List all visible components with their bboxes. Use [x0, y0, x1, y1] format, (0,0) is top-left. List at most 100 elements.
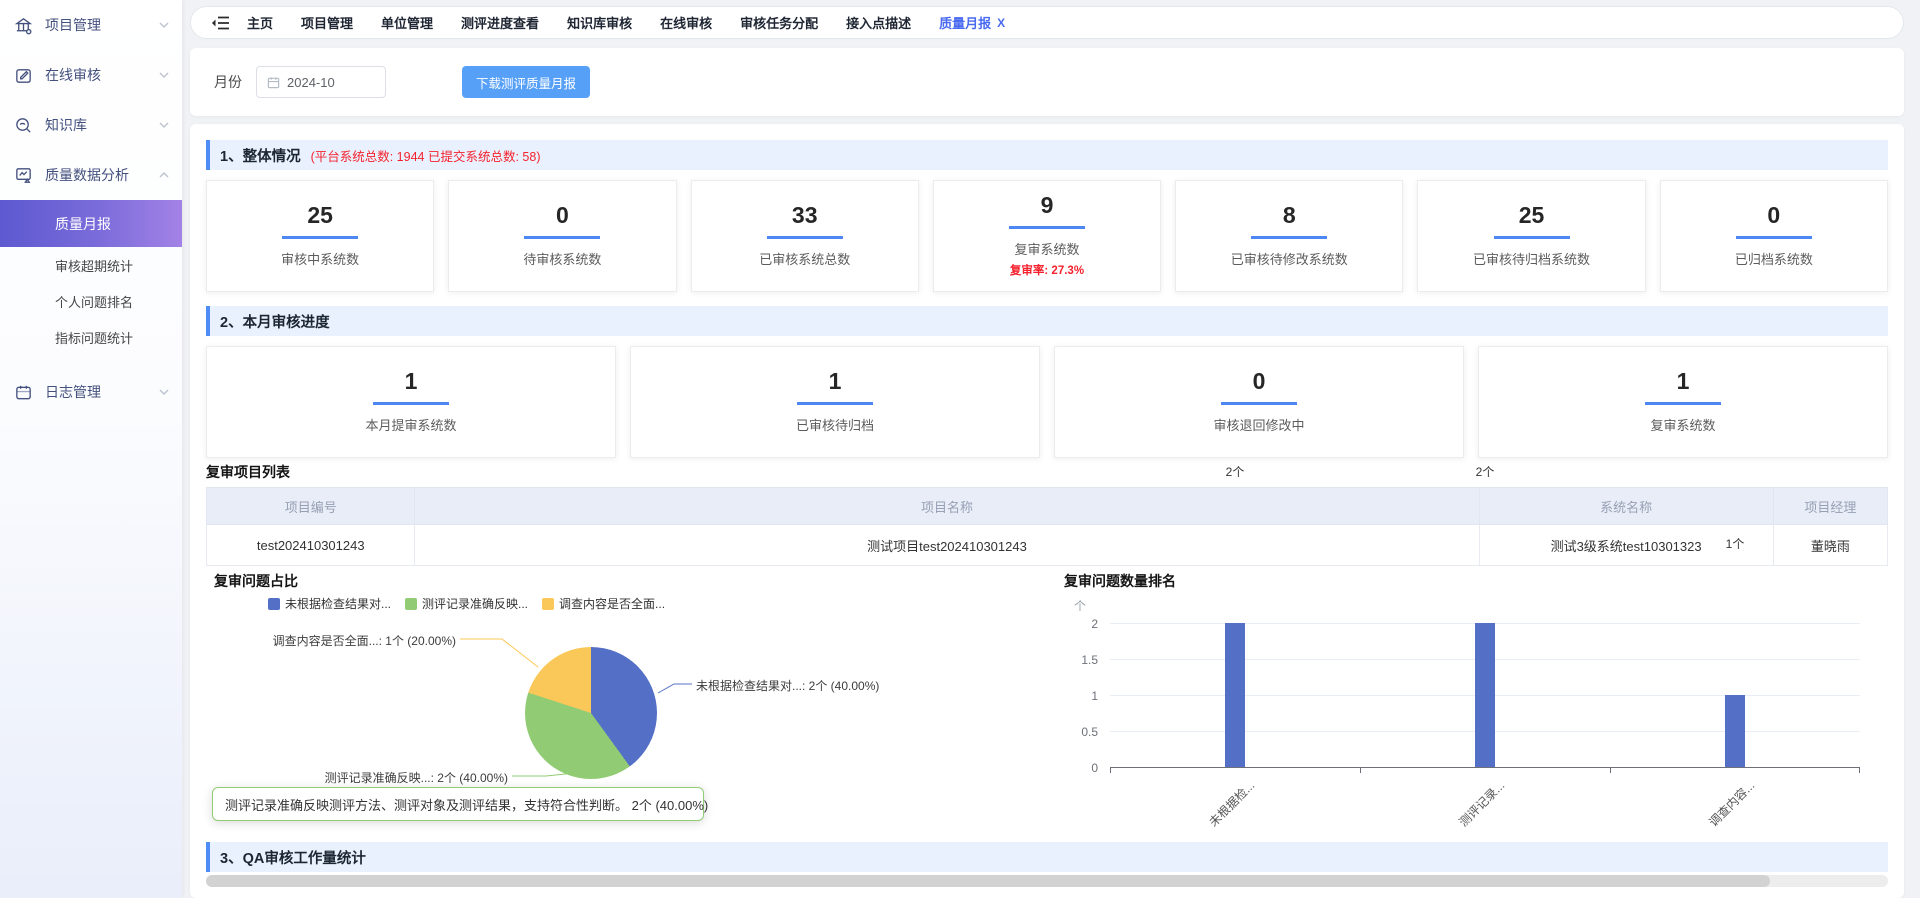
legend-item[interactable]: 未根据检查结果对...: [268, 595, 391, 612]
legend-swatch-green: [405, 598, 417, 610]
col-system-name: 系统名称: [1479, 488, 1773, 525]
pie-callout-blue: 未根据检查结果对...: 2个 (40.00%): [696, 677, 879, 694]
horizontal-scrollbar-track[interactable]: [206, 875, 1888, 887]
stat-underline: [1221, 402, 1297, 405]
stat-value: 0: [556, 204, 569, 227]
tab-eval-progress-view[interactable]: 测评进度查看: [461, 13, 539, 32]
stat-card: 9 复审系统数 复审率: 27.3%: [933, 180, 1161, 292]
bar-value-label: 2个: [1226, 463, 1245, 480]
stat-label: 待审核系统数: [523, 249, 601, 268]
stat-card: 0 已归档系统数: [1660, 180, 1888, 292]
analysis-icon: [14, 166, 33, 185]
x-axis-line: [1110, 767, 1860, 768]
bar-series-1[interactable]: [1475, 623, 1495, 767]
sidebar-item-quality-data-analysis[interactable]: 质量数据分析: [0, 150, 182, 200]
stat-label: 审核中系统数: [281, 249, 359, 268]
month-picker-input[interactable]: 2024-10: [256, 66, 386, 98]
horizontal-scrollbar-thumb[interactable]: [206, 875, 1770, 887]
stat-label: 已归档系统数: [1735, 249, 1813, 268]
stat-underline: [282, 236, 358, 239]
tab-quality-monthly-report[interactable]: 质量月报 X: [939, 13, 1005, 32]
sidebar-item-quality-monthly-report[interactable]: 质量月报: [0, 200, 182, 247]
stat-underline: [524, 236, 600, 239]
tab-label: 质量月报: [939, 13, 991, 32]
calendar-icon: [267, 76, 280, 89]
tab-close-icon[interactable]: X: [997, 16, 1005, 30]
stat-underline: [767, 236, 843, 239]
chevron-down-icon: [158, 386, 170, 398]
sidebar-item-label: 项目管理: [45, 15, 158, 35]
tab-home[interactable]: 主页: [247, 13, 273, 32]
sidebar: 项目管理 在线审核 知识库 质量数据分析 质量月报 审核超期统计 个人问题排名: [0, 0, 182, 898]
pie-tooltip: 测评记录准确反映测评方法、测评对象及测评结果，支持符合性判断。 2个 (40.0…: [212, 787, 704, 821]
cell-project-name: 测试项目test202410301243: [415, 525, 1479, 566]
sidebar-item-log-management[interactable]: 日志管理: [0, 367, 182, 417]
stat-label: 本月提审系统数: [365, 415, 456, 434]
y-tick: 0.5: [1068, 725, 1098, 739]
table-row: test202410301243 测试项目test202410301243 测试…: [207, 525, 1888, 566]
stat-underline: [1251, 236, 1327, 239]
chevron-down-icon: [158, 69, 170, 81]
stat-card: 25 已审核待归档系统数: [1417, 180, 1645, 292]
stat-value: 1: [829, 370, 842, 393]
quality-monthly-report-page: 项目管理 在线审核 知识库 质量数据分析 质量月报 审核超期统计 个人问题排名: [0, 0, 1920, 898]
sidebar-item-label: 知识库: [45, 115, 158, 135]
bar-series-0[interactable]: [1225, 623, 1245, 767]
sidebar-item-project-management[interactable]: 项目管理: [0, 0, 182, 50]
x-category-label: 测评记录...: [1455, 777, 1508, 830]
stat-card: 0 待审核系统数: [448, 180, 676, 292]
edit-icon: [14, 66, 33, 85]
sidebar-subitem-label: 个人问题排名: [55, 292, 133, 311]
section-1-title: 1、整体情况: [220, 145, 301, 166]
legend-item[interactable]: 调查内容是否全面...: [542, 595, 665, 612]
section-1-subtitle: (平台系统总数: 1944 已提交系统总数: 58): [311, 146, 541, 165]
legend-item[interactable]: 测评记录准确反映...: [405, 595, 528, 612]
stat-value: 0: [1253, 370, 1266, 393]
y-tick: 2: [1068, 617, 1098, 631]
legend-label: 测评记录准确反映...: [422, 595, 528, 612]
legend-label: 调查内容是否全面...: [559, 595, 665, 612]
review-project-list-title: 复审项目列表: [206, 462, 290, 482]
legend-swatch-yellow: [542, 598, 554, 610]
knowledge-icon: [14, 116, 33, 135]
spacer: [0, 355, 182, 367]
collapse-menu-icon[interactable]: [211, 15, 231, 31]
section-3-header: 3、QA审核工作量统计: [206, 842, 1888, 872]
top-nav-bar: 主页 项目管理 单位管理 测评进度查看 知识库审核 在线审核 审核任务分配 接入…: [190, 6, 1904, 39]
tab-access-point-desc[interactable]: 接入点描述: [846, 13, 911, 32]
stat-card: 0 审核退回修改中: [1054, 346, 1464, 458]
stat-label: 复审系统数: [1014, 239, 1079, 258]
tab-knowledge-review[interactable]: 知识库审核: [567, 13, 632, 32]
section-2-title: 2、本月审核进度: [220, 311, 330, 332]
stat-card: 8 已审核待修改系统数: [1175, 180, 1403, 292]
stat-underline: [1494, 236, 1570, 239]
review-rate-badge: 复审率: 27.3%: [1010, 262, 1084, 278]
x-category-label: 未根据检...: [1205, 777, 1258, 830]
cell-project-id: test202410301243: [207, 525, 415, 566]
sidebar-item-personal-issue-ranking[interactable]: 个人问题排名: [0, 283, 182, 319]
stat-underline: [797, 402, 873, 405]
stat-underline: [1645, 402, 1721, 405]
stat-value: 25: [1519, 204, 1545, 227]
tab-online-review[interactable]: 在线审核: [660, 13, 712, 32]
pie-chart[interactable]: [525, 647, 657, 779]
stat-card: 33 已审核系统总数: [691, 180, 919, 292]
legend-label: 未根据检查结果对...: [285, 595, 391, 612]
stat-value: 33: [792, 204, 818, 227]
sidebar-item-indicator-issue-stats[interactable]: 指标问题统计: [0, 319, 182, 355]
bar-series-2[interactable]: [1725, 695, 1745, 767]
stat-value: 1: [1677, 370, 1690, 393]
sidebar-subitem-label: 质量月报: [55, 214, 111, 234]
tab-project-management[interactable]: 项目管理: [301, 13, 353, 32]
tab-unit-management[interactable]: 单位管理: [381, 13, 433, 32]
sidebar-item-knowledge-base[interactable]: 知识库: [0, 100, 182, 150]
stat-label: 审核退回修改中: [1213, 415, 1304, 434]
sidebar-item-online-review[interactable]: 在线审核: [0, 50, 182, 100]
sidebar-item-label: 在线审核: [45, 65, 158, 85]
bank-icon: [14, 16, 33, 35]
pie-chart-title: 复审问题占比: [214, 571, 298, 591]
tab-review-task-assign[interactable]: 审核任务分配: [740, 13, 818, 32]
sidebar-item-review-overdue-stats[interactable]: 审核超期统计: [0, 247, 182, 283]
download-report-button[interactable]: 下载测评质量月报: [462, 66, 590, 98]
stat-value: 0: [1767, 204, 1780, 227]
